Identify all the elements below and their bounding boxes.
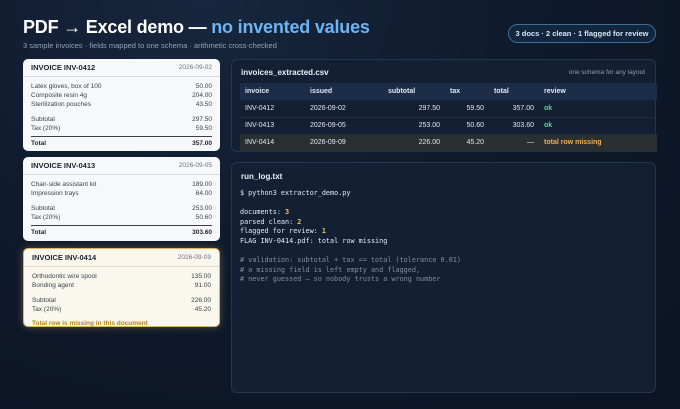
- page-title: PDF → Excel demo — no invented values: [23, 17, 370, 38]
- invoice-date: 2026-09-05: [178, 162, 212, 169]
- log-comment: # validation: subtotal + tax == total (t…: [240, 256, 461, 265]
- line-item: Composite resin 4g 204.00: [31, 92, 212, 99]
- invoice-id: INVOICE INV-0414: [32, 253, 97, 262]
- cell-review: total row missing: [539, 134, 657, 152]
- summary-badge: 3 docs · 2 clean · 1 flagged for review: [508, 24, 656, 43]
- cell-issued: 2026-09-02: [305, 100, 383, 118]
- table-row-flagged[interactable]: INV-0414 2026-09-09 226.00 45.20 — total…: [240, 134, 657, 152]
- cell-review: ok: [539, 117, 657, 135]
- table-row[interactable]: INV-0412 2026-09-02 297.50 59.50 357.00 …: [240, 100, 657, 118]
- line-item: Chair-side assistant kit 189.00: [31, 181, 212, 188]
- line-item: Sterilization pouches 43.50: [31, 101, 212, 108]
- log-title: run_log.txt: [241, 172, 283, 181]
- log-comment: # never guessed — so nobody trusts a wro…: [240, 275, 441, 284]
- invoice-header: INVOICE INV-0414 2026-09-09: [24, 249, 219, 267]
- cell-tax: 50.60: [445, 117, 489, 135]
- log-documents: documents: 3: [240, 208, 290, 217]
- cell-subtotal: 297.50: [383, 100, 445, 118]
- line-item: Orthodontic wire spool 135.00: [32, 273, 211, 280]
- invoice-date: 2026-09-02: [178, 64, 212, 71]
- title-main: PDF → Excel demo —: [23, 17, 212, 37]
- total-row: Total 357.00: [31, 136, 212, 147]
- csv-note: one schema for any layout: [568, 69, 645, 76]
- invoice-card-inv-0413[interactable]: INVOICE INV-0413 2026-09-05 Chair-side a…: [23, 157, 220, 241]
- csv-panel: invoices_extracted.csv one schema for an…: [231, 59, 657, 152]
- cell-subtotal: 226.00: [383, 134, 445, 152]
- log-parsed: parsed clean: 2: [240, 217, 302, 226]
- column-header: tax: [445, 83, 489, 100]
- invoice-card-inv-0414[interactable]: INVOICE INV-0414 2026-09-09 Orthodontic …: [23, 248, 220, 327]
- cell-invoice: INV-0413: [240, 117, 305, 135]
- cell-issued: 2026-09-05: [305, 117, 383, 135]
- invoice-id: INVOICE INV-0413: [31, 161, 96, 170]
- invoice-date: 2026-09-09: [177, 254, 211, 261]
- csv-table: invoice issued subtotal tax total review…: [240, 83, 657, 152]
- column-header: invoice: [240, 83, 305, 100]
- tax-row: Tax (20%) 45.20: [32, 306, 211, 313]
- column-header: issued: [305, 83, 383, 100]
- log-flagged: flagged for review: 1: [240, 227, 326, 236]
- cell-total: —: [489, 134, 539, 152]
- column-header: review: [539, 83, 657, 100]
- title-accent: no invented values: [211, 17, 370, 37]
- subtotal-row: Subtotal 253.00: [31, 205, 212, 212]
- cell-invoice: INV-0412: [240, 100, 305, 118]
- log-comment: # a missing field is left empty and flag…: [240, 265, 421, 274]
- line-item: Bonding agent 91.00: [32, 282, 211, 289]
- line-item: Latex gloves, box of 100 50.00: [31, 83, 212, 90]
- invoice-header: INVOICE INV-0412 2026-09-02: [23, 59, 220, 77]
- column-header: total: [489, 83, 539, 100]
- cell-subtotal: 253.00: [383, 117, 445, 135]
- log-flag-line: FLAG INV-0414.pdf: total row missing: [240, 236, 388, 245]
- page-subtitle: 3 sample invoices · fields mapped to one…: [23, 41, 277, 50]
- cell-total: 357.00: [489, 100, 539, 118]
- missing-total-note: Total row is missing in this document: [32, 320, 148, 327]
- cell-total: 303.60: [489, 117, 539, 135]
- log-panel: run_log.txt $ python3 extractor_demo.py …: [231, 162, 656, 393]
- log-output: $ python3 extractor_demo.py documents: 3…: [240, 189, 461, 285]
- cell-tax: 45.20: [445, 134, 489, 152]
- subtotal-row: Subtotal 297.50: [31, 116, 212, 123]
- total-row: Total 303.60: [31, 225, 212, 236]
- tax-row: Tax (20%) 59.50: [31, 125, 212, 132]
- table-header-row: invoice issued subtotal tax total review: [240, 83, 657, 100]
- invoice-header: INVOICE INV-0413 2026-09-05: [23, 157, 220, 175]
- cell-tax: 59.50: [445, 100, 489, 118]
- cell-invoice: INV-0414: [240, 134, 305, 152]
- invoice-id: INVOICE INV-0412: [31, 63, 96, 72]
- csv-title: invoices_extracted.csv: [241, 68, 329, 77]
- cell-review: ok: [539, 100, 657, 118]
- log-command: $ python3 extractor_demo.py: [240, 189, 351, 197]
- column-header: subtotal: [383, 83, 445, 100]
- cell-issued: 2026-09-09: [305, 134, 383, 152]
- subtotal-row: Subtotal 226.00: [32, 297, 211, 304]
- tax-row: Tax (20%) 50.60: [31, 214, 212, 221]
- line-item: Impression trays 64.00: [31, 190, 212, 197]
- invoice-card-inv-0412[interactable]: INVOICE INV-0412 2026-09-02 Latex gloves…: [23, 59, 220, 151]
- table-row[interactable]: INV-0413 2026-09-05 253.00 50.60 303.60 …: [240, 117, 657, 135]
